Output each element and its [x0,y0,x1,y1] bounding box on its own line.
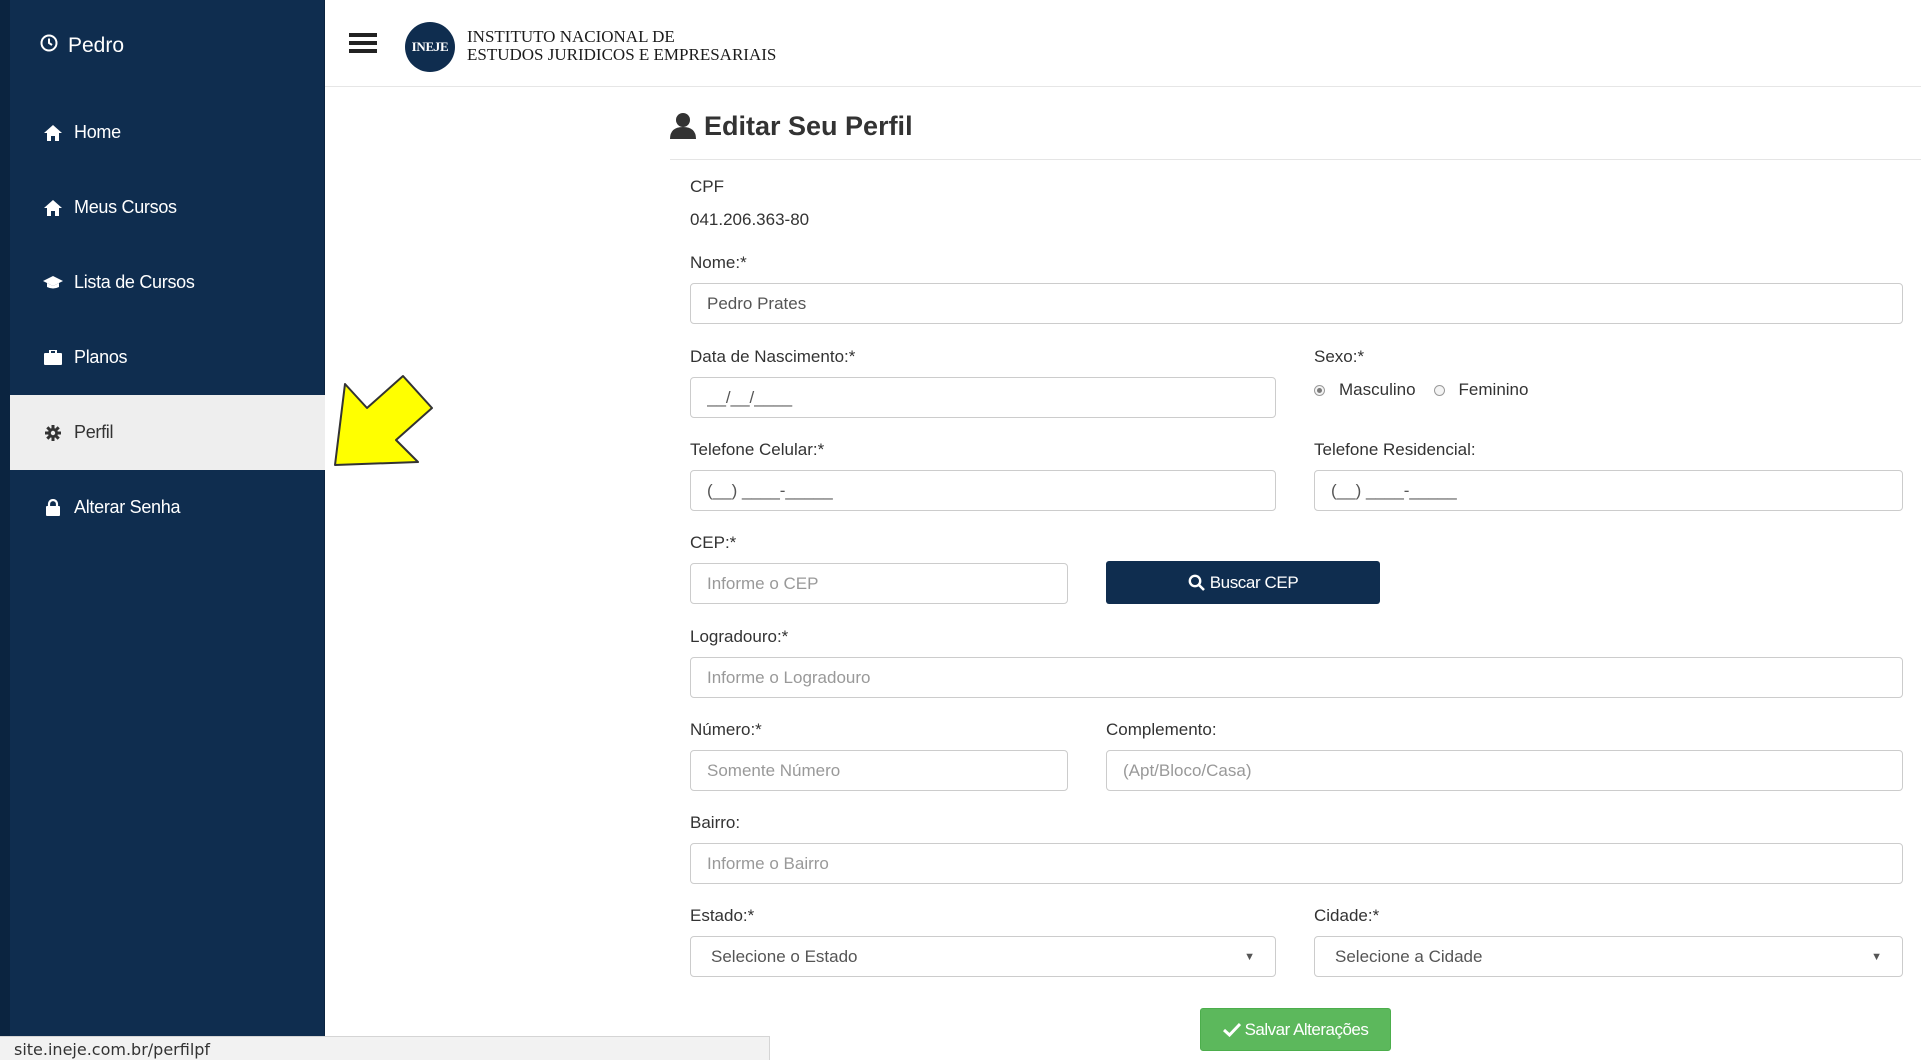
gear-icon [42,424,64,441]
lock-icon [42,499,64,516]
chevron-down-icon: ▼ [1244,950,1255,963]
status-url: site.ineje.com.br/perfilpf [14,1040,211,1059]
menu-toggle-icon[interactable] [349,33,377,57]
cidade-select-value: Selecione a Cidade [1335,946,1483,966]
bairro-input[interactable] [690,843,1903,884]
org-line-1: INSTITUTO NACIONAL DE [467,27,675,46]
org-line-2: ESTUDOS JURIDICOS E EMPRESARIAIS [467,45,777,64]
user-icon [670,113,696,146]
sidebar-edge [0,0,10,1060]
search-icon [1188,574,1205,591]
browser-status-bar: site.ineje.com.br/perfilpf [0,1036,770,1060]
sexo-radio-group: Masculino Feminino [1314,380,1528,400]
browser-viewport: Pedro Home Meus Cursos Lista de Cursos P [0,0,1921,1060]
cpf-label: CPF [690,177,724,196]
numero-input[interactable] [690,750,1068,791]
estado-select-value: Selecione o Estado [711,946,858,966]
user-clock-icon [40,34,58,58]
save-button-label: Salvar Alterações [1244,1019,1369,1039]
nome-label: Nome:* [690,253,747,272]
page-title: Editar Seu Perfil [670,111,1921,160]
radio-feminino-label: Feminino [1458,380,1529,399]
briefcase-icon [42,350,64,365]
complemento-label: Complemento: [1106,720,1217,739]
complemento-input[interactable] [1106,750,1903,791]
buscar-cep-label: Buscar CEP [1209,572,1299,592]
sidebar-user[interactable]: Pedro [40,34,124,58]
sidebar-item-alterar-senha[interactable]: Alterar Senha [10,470,325,545]
estado-select[interactable]: Selecione o Estado ▼ [690,936,1276,977]
nascimento-input[interactable] [690,377,1276,418]
sidebar-item-planos[interactable]: Planos [10,320,325,395]
sidebar-item-lista-de-cursos[interactable]: Lista de Cursos [10,245,325,320]
bairro-label: Bairro: [690,813,741,832]
radio-masculino[interactable] [1314,384,1325,396]
cpf-value: 041.206.363-80 [690,210,810,229]
sidebar-item-meus-cursos[interactable]: Meus Cursos [10,170,325,245]
sexo-label: Sexo:* [1314,347,1365,366]
logradouro-input[interactable] [690,657,1903,698]
cidade-select[interactable]: Selecione a Cidade ▼ [1314,936,1903,977]
estado-label: Estado:* [690,906,755,925]
numero-label: Número:* [690,720,762,739]
chevron-down-icon: ▼ [1871,950,1882,963]
sidebar-item-label: Alterar Senha [74,497,181,517]
home-icon [42,199,64,216]
graduation-cap-icon [42,275,64,290]
sidebar-item-label: Meus Cursos [74,197,177,217]
buscar-cep-button[interactable]: Buscar CEP [1106,561,1380,604]
sidebar-item-label: Lista de Cursos [74,272,195,292]
logradouro-label: Logradouro:* [690,627,789,646]
save-button[interactable]: Salvar Alterações [1200,1008,1391,1051]
cidade-label: Cidade:* [1314,906,1380,925]
top-header: INEJE INSTITUTO NACIONAL DE ESTUDOS JURI… [325,0,1921,87]
nascimento-label: Data de Nascimento:* [690,347,856,366]
residencial-label: Telefone Residencial: [1314,440,1476,459]
home-icon [42,124,64,141]
radio-masculino-label: Masculino [1339,380,1416,399]
sidebar-item-label: Perfil [74,422,114,442]
celular-label: Telefone Celular:* [690,440,825,459]
residencial-input[interactable] [1314,470,1903,511]
sidebar-item-home[interactable]: Home [10,95,325,170]
annotation-arrow [332,372,434,477]
sidebar-item-label: Planos [74,347,128,367]
sidebar-item-perfil[interactable]: Perfil [10,395,325,470]
organization-name: INSTITUTO NACIONAL DE ESTUDOS JURIDICOS … [467,28,776,64]
ineje-logo: INEJE [405,22,455,72]
celular-input[interactable] [690,470,1276,511]
page-title-text: Editar Seu Perfil [704,111,913,141]
sidebar: Pedro Home Meus Cursos Lista de Cursos P [0,0,325,1060]
cep-label: CEP:* [690,533,737,552]
sidebar-user-name: Pedro [68,34,125,57]
check-icon [1222,1022,1241,1037]
cep-input[interactable] [690,563,1068,604]
nome-input[interactable] [690,283,1903,324]
sidebar-item-label: Home [74,122,121,142]
radio-feminino[interactable] [1433,384,1445,396]
